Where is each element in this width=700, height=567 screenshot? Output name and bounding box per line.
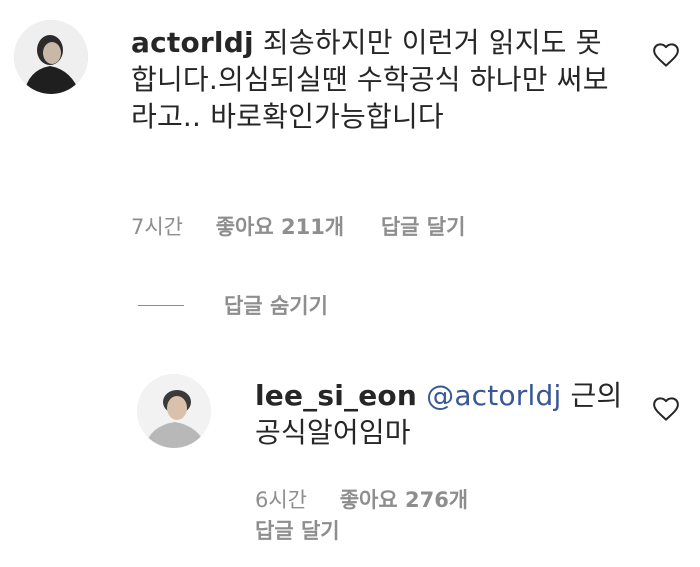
avatar-image <box>137 374 211 448</box>
reply-likes-count[interactable]: 좋아요 276개 <box>340 487 468 513</box>
comment-thread: actorldj 죄송하지만 이런거 읽지도 못합니다.의심되실땐 수학공식 하… <box>0 0 700 567</box>
heart-outline-icon <box>653 43 679 67</box>
hide-replies-label: 답글 숨기기 <box>224 294 328 318</box>
avatar-image <box>14 20 88 94</box>
hide-replies-toggle[interactable]: 답글 숨기기 <box>138 290 328 320</box>
heart-outline-icon <box>653 397 679 421</box>
reply-reply-button[interactable]: 답글 달기 <box>255 518 340 544</box>
comment-username[interactable]: actorldj <box>131 26 254 59</box>
like-reply-button[interactable] <box>651 394 681 424</box>
reply-meta: 6시간 좋아요 276개 <box>255 487 468 513</box>
comment-reply-button[interactable]: 답글 달기 <box>381 214 466 240</box>
avatar-lee_si_eon[interactable] <box>137 374 211 448</box>
reply-reply-row: 답글 달기 <box>255 518 340 544</box>
like-comment-button[interactable] <box>651 40 681 70</box>
avatar-actorldj[interactable] <box>14 20 88 94</box>
comment-time: 7시간 <box>131 215 184 239</box>
comment-meta: 7시간 좋아요 211개 답글 달기 <box>131 214 465 240</box>
reply-mention-link[interactable]: @actorldj <box>426 379 561 412</box>
reply-time: 6시간 <box>255 488 308 512</box>
reply-body: lee_si_eon @actorldj 근의 공식알어임마 <box>255 377 625 451</box>
reply-username[interactable]: lee_si_eon <box>255 379 417 412</box>
hide-replies-line <box>138 304 184 306</box>
comment-body: actorldj 죄송하지만 이런거 읽지도 못합니다.의심되실땐 수학공식 하… <box>131 24 621 135</box>
comment-likes-count[interactable]: 좋아요 211개 <box>216 214 344 240</box>
